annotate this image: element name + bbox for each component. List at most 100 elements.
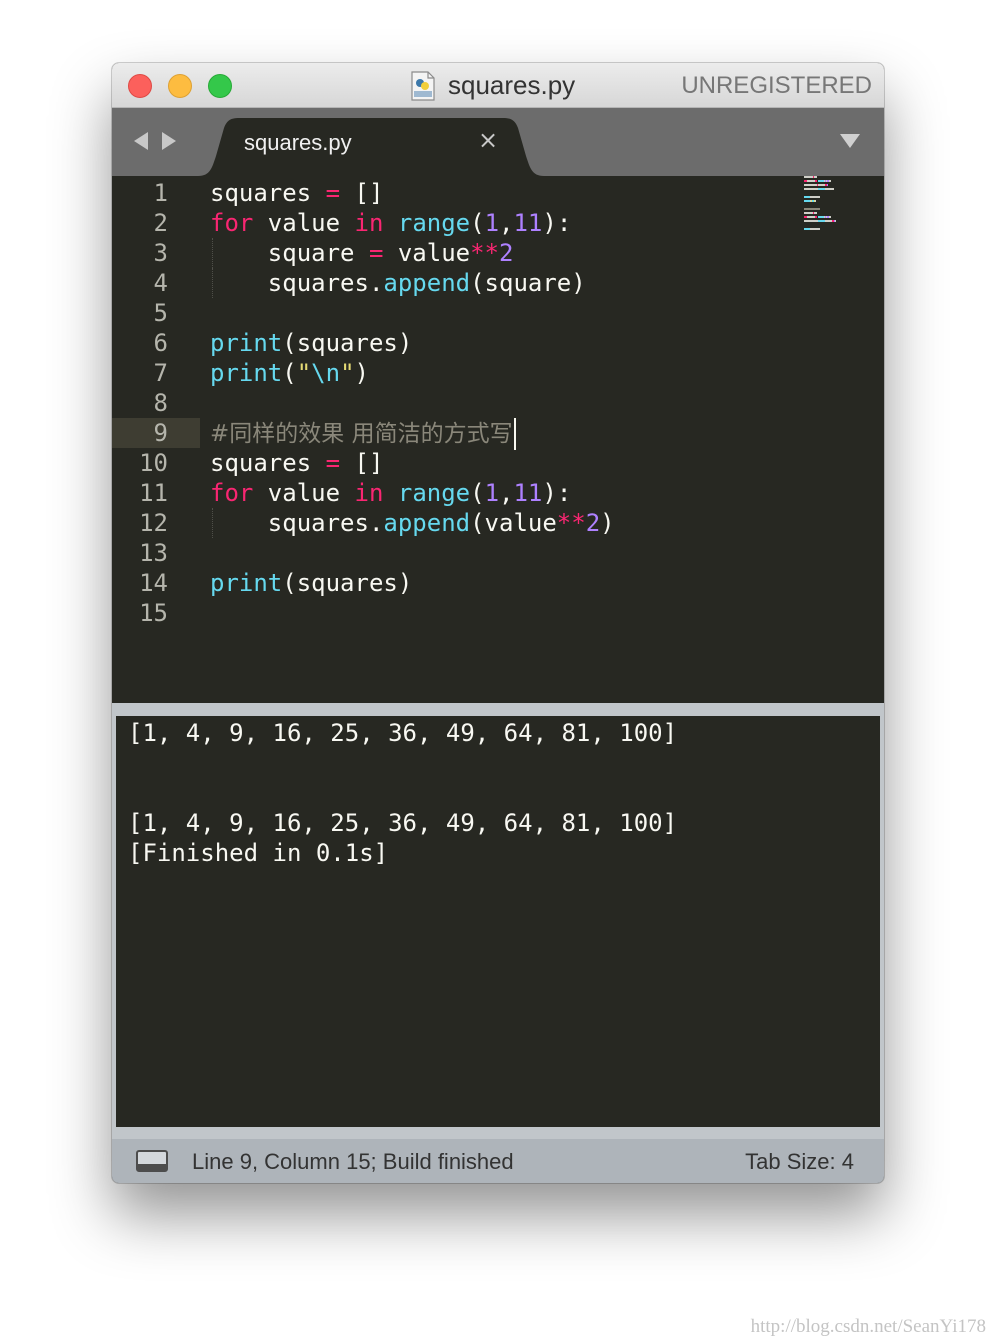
zoom-window-button[interactable]: [208, 74, 232, 98]
code-token: squares.: [210, 269, 384, 297]
line-number: 4: [153, 269, 168, 297]
code-token: =: [368, 239, 384, 267]
tab-menu-dropdown-icon[interactable]: [840, 134, 860, 148]
code-line[interactable]: 11 for value in range(1,11):: [112, 478, 884, 508]
code-token: (: [470, 479, 485, 507]
code-token: ": [296, 359, 312, 387]
code-token: []: [340, 179, 384, 207]
code-line[interactable]: 4 squares.append(square): [112, 268, 884, 298]
code-line[interactable]: 8: [112, 388, 884, 418]
panel-splitter[interactable]: [112, 703, 884, 716]
license-status: UNREGISTERED: [681, 72, 872, 99]
code-text: squares.append(value**2): [210, 508, 615, 538]
code-token: 1: [484, 479, 500, 507]
code-editor[interactable]: 1 squares = [] 2 for value in range(1,11): 3…: [112, 176, 884, 703]
code-token: (: [470, 209, 485, 237]
line-number: 15: [139, 599, 168, 627]
code-token: ,: [499, 209, 514, 237]
code-token: ): [354, 359, 369, 387]
code-line[interactable]: 6 print(squares): [112, 328, 884, 358]
title-bar[interactable]: squares.py UNREGISTERED: [112, 63, 884, 108]
code-token: ):: [542, 479, 572, 507]
forward-arrow-icon[interactable]: [162, 132, 176, 150]
line-number: 14: [139, 569, 168, 597]
code-token: range: [397, 479, 471, 507]
code-line[interactable]: 7 print("\n"): [112, 358, 884, 388]
line-number: 7: [153, 359, 168, 387]
code-text: print(squares): [210, 568, 412, 598]
code-token: print: [210, 359, 283, 387]
code-token: 11: [513, 209, 543, 237]
code-token: =: [325, 449, 341, 477]
watermark: http://blog.csdn.net/SeanYi178: [750, 1316, 986, 1337]
code-line[interactable]: 12 squares.append(value**2): [112, 508, 884, 538]
code-token: **: [556, 509, 586, 537]
code-token: squares: [210, 449, 326, 477]
line-number: 11: [139, 479, 168, 507]
text-cursor: [513, 418, 516, 450]
code-token: 2: [585, 509, 601, 537]
code-line[interactable]: 1 squares = []: [112, 178, 884, 208]
tab-close-icon[interactable]: ×: [478, 128, 498, 152]
line-number: 1: [153, 179, 168, 207]
code-token: print: [210, 569, 283, 597]
back-arrow-icon[interactable]: [134, 132, 148, 150]
code-line[interactable]: 3 square = value**2: [112, 238, 884, 268]
minimize-window-button[interactable]: [168, 74, 192, 98]
code-text: square = value**2: [210, 238, 514, 268]
show-panel-icon[interactable]: [136, 1150, 168, 1172]
tab-bar: squares.py ×: [112, 108, 884, 176]
status-text: Line 9, Column 15; Build finished: [192, 1149, 514, 1174]
code-line[interactable]: 2 for value in range(1,11):: [112, 208, 884, 238]
line-number: 9: [112, 418, 200, 448]
code-token: 11: [513, 479, 543, 507]
code-token: value: [253, 479, 355, 507]
code-line[interactable]: 14 print(squares): [112, 568, 884, 598]
code-line[interactable]: 15: [112, 598, 884, 628]
tab-size-selector[interactable]: Tab Size: 4: [745, 1149, 854, 1175]
code-token: \n: [311, 359, 341, 387]
code-token: append: [383, 269, 471, 297]
code-token: (square): [470, 269, 586, 297]
code-token: #同样的效果 用简洁的方式写: [210, 421, 513, 447]
code-token: (squares): [282, 329, 413, 357]
code-token: in: [354, 209, 384, 237]
code-text: print("\n"): [210, 358, 369, 388]
code-token: (squares): [282, 569, 413, 597]
code-line[interactable]: 13: [112, 538, 884, 568]
code-token: ):: [542, 209, 572, 237]
code-token: **: [470, 239, 500, 267]
code-text: print(squares): [210, 328, 412, 358]
code-token: 2: [499, 239, 514, 267]
code-token: range: [397, 209, 471, 237]
code-token: squares.: [210, 509, 384, 537]
output-line: [1, 4, 9, 16, 25, 36, 49, 64, 81, 100]: [128, 719, 678, 747]
code-line[interactable]: 9 #同样的效果 用简洁的方式写: [112, 418, 884, 450]
code-line[interactable]: 10 squares = []: [112, 448, 884, 478]
output-line: [Finished in 0.1s]: [128, 839, 389, 867]
line-number: 6: [153, 329, 168, 357]
code-text: #同样的效果 用简洁的方式写: [210, 418, 516, 450]
close-window-button[interactable]: [128, 74, 152, 98]
python-file-icon: [411, 71, 435, 101]
line-number: 5: [153, 299, 168, 327]
line-number: 13: [139, 539, 168, 567]
code-line[interactable]: 5: [112, 298, 884, 328]
code-token: []: [340, 449, 384, 477]
code-token: 1: [484, 209, 500, 237]
code-token: square: [210, 239, 369, 267]
window-title: squares.py: [448, 70, 576, 100]
code-token: squares: [210, 179, 326, 207]
code-text: for value in range(1,11):: [210, 478, 571, 508]
line-number: 8: [153, 389, 168, 417]
editor-window: squares.py UNREGISTERED squares.py × 1 sq…: [112, 63, 884, 1183]
status-bar: Line 9, Column 15; Build finished Tab Si…: [112, 1139, 884, 1183]
tab-label[interactable]: squares.py: [244, 130, 352, 156]
code-token: for: [210, 479, 254, 507]
build-output-panel[interactable]: [1, 4, 9, 16, 25, 36, 49, 64, 81, 100] [1…: [116, 716, 880, 1127]
code-token: value: [253, 209, 355, 237]
code-token: in: [354, 479, 384, 507]
code-token: append: [383, 509, 471, 537]
